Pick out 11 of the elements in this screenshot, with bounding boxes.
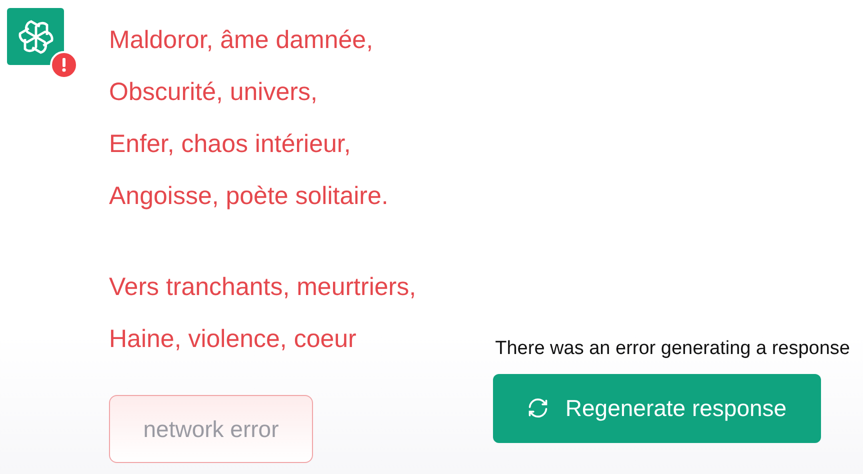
regenerate-button[interactable]: Regenerate response [493, 374, 821, 442]
error-message: There was an error generating a response [495, 337, 850, 361]
verse-line: Haine, violence, coeur [109, 324, 358, 355]
error-chip: network error [109, 395, 313, 463]
refresh-icon [527, 397, 550, 419]
verse-line: Obscurité, univers, [109, 77, 318, 108]
verse-line: Vers tranchants, meurtriers, [109, 272, 416, 303]
verse-line: Maldoror, âme damnée, [109, 25, 374, 56]
verse-line: Angoisse, poète solitaire. [109, 181, 390, 212]
verse-line: Enfer, chaos intérieur, [109, 129, 352, 160]
assistant-avatar-icon [7, 8, 64, 65]
